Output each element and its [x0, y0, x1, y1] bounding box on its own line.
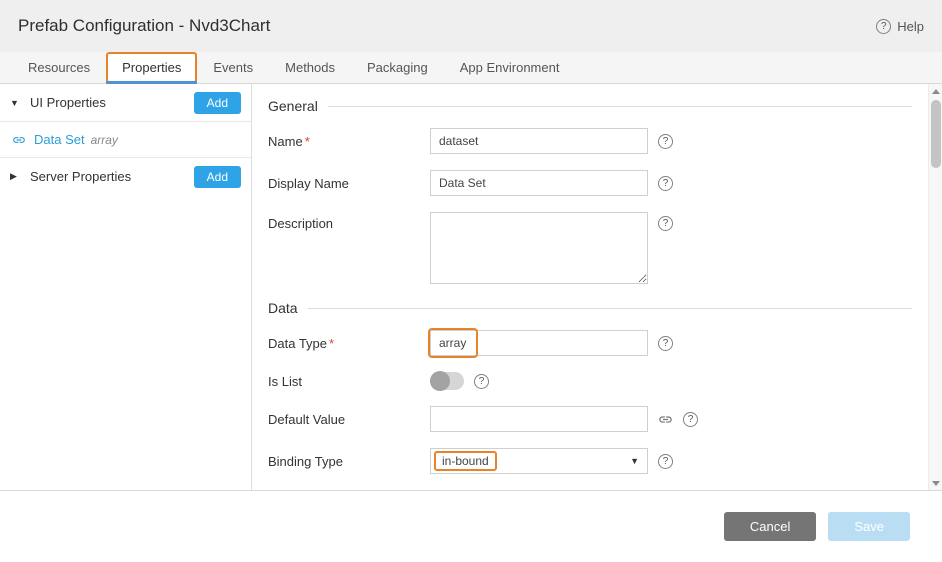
help-icon[interactable]: ? — [658, 454, 673, 469]
field-label: Description — [268, 212, 430, 231]
bind-link-icon — [12, 133, 26, 147]
field-label: Binding Type — [268, 454, 430, 469]
group-label: Server Properties — [30, 169, 194, 184]
item-label: Data Set — [34, 132, 85, 147]
prefab-configuration-window: Prefab Configuration - Nvd3Chart ? Help … — [0, 0, 942, 562]
field-display-name: Display Name ? — [268, 170, 912, 196]
label-text: Data Type — [268, 336, 327, 351]
label-text: Is List — [268, 374, 302, 389]
field-label: Name* — [268, 134, 430, 149]
tab-properties[interactable]: Properties — [106, 52, 197, 83]
save-button[interactable]: Save — [828, 512, 910, 541]
caret-down-icon: ▼ — [10, 98, 22, 108]
add-ui-property-button[interactable]: Add — [194, 92, 241, 114]
label-text: Binding Type — [268, 454, 343, 469]
name-input[interactable] — [430, 128, 648, 154]
add-server-property-button[interactable]: Add — [194, 166, 241, 188]
help-icon[interactable]: ? — [683, 412, 698, 427]
section-title: Data — [268, 300, 298, 316]
sidebar-item-data-set[interactable]: Data Set array — [0, 121, 251, 158]
field-label: Is List — [268, 374, 430, 389]
scrollbar-thumb[interactable] — [931, 100, 941, 168]
field-label: Default Value — [268, 412, 430, 427]
divider — [328, 106, 912, 107]
help-icon[interactable]: ? — [658, 336, 673, 351]
field-description: Description ? — [268, 212, 912, 284]
label-text: Name — [268, 134, 303, 149]
label-text: Description — [268, 216, 333, 231]
label-text: Display Name — [268, 176, 349, 191]
is-list-toggle[interactable] — [430, 372, 464, 390]
help-icon[interactable]: ? — [658, 176, 673, 191]
binding-type-value: in-bound — [434, 451, 497, 471]
field-default-value: Default Value ? — [268, 406, 912, 432]
properties-form: General Name* ? Display Name ? — [252, 84, 942, 490]
group-label: UI Properties — [30, 95, 194, 110]
tab-app-environment[interactable]: App Environment — [444, 52, 576, 83]
help-icon[interactable]: ? — [658, 216, 673, 231]
divider — [308, 308, 912, 309]
help-icon[interactable]: ? — [658, 134, 673, 149]
field-label: Display Name — [268, 176, 430, 191]
triangle-up-icon — [932, 89, 940, 94]
toggle-knob — [430, 371, 450, 391]
cancel-button[interactable]: Cancel — [724, 512, 816, 541]
data-type-input[interactable] — [430, 330, 648, 356]
help-icon: ? — [876, 19, 891, 34]
scroll-up-button[interactable] — [929, 84, 942, 98]
triangle-down-icon — [932, 481, 940, 486]
tab-bar: Resources Properties Events Methods Pack… — [0, 52, 942, 84]
display-name-input[interactable] — [430, 170, 648, 196]
sidebar: ▼ UI Properties Add Data Set array ▶ Ser… — [0, 84, 252, 490]
tab-resources[interactable]: Resources — [12, 52, 106, 83]
sidebar-group-ui-properties[interactable]: ▼ UI Properties Add — [0, 84, 251, 121]
dialog-footer: Cancel Save — [0, 491, 942, 561]
section-title: General — [268, 98, 318, 114]
field-name: Name* ? — [268, 128, 912, 154]
dropdown-caret-icon: ▼ — [630, 456, 639, 466]
tab-packaging[interactable]: Packaging — [351, 52, 444, 83]
content-area: ▼ UI Properties Add Data Set array ▶ Ser… — [0, 84, 942, 491]
tab-events[interactable]: Events — [197, 52, 269, 83]
help-label: Help — [897, 19, 924, 34]
item-type: array — [91, 133, 118, 147]
description-textarea[interactable] — [430, 212, 648, 284]
binding-type-select[interactable]: in-bound ▼ — [430, 448, 648, 474]
required-asterisk: * — [305, 134, 310, 149]
required-asterisk: * — [329, 336, 334, 351]
dialog-header: Prefab Configuration - Nvd3Chart ? Help — [0, 0, 942, 52]
help-icon[interactable]: ? — [474, 374, 489, 389]
sidebar-group-server-properties[interactable]: ▶ Server Properties Add — [0, 158, 251, 195]
label-text: Default Value — [268, 412, 345, 427]
page-title: Prefab Configuration - Nvd3Chart — [18, 16, 270, 36]
tab-methods[interactable]: Methods — [269, 52, 351, 83]
default-value-input[interactable] — [430, 406, 648, 432]
section-general: General — [268, 98, 912, 114]
help-button[interactable]: ? Help — [876, 19, 924, 34]
caret-right-icon: ▶ — [10, 171, 22, 182]
field-data-type: Data Type* ? — [268, 330, 912, 356]
field-binding-type: Binding Type in-bound ▼ ? — [268, 448, 912, 474]
bind-property-icon[interactable] — [658, 412, 673, 427]
field-label: Data Type* — [268, 336, 430, 351]
scroll-down-button[interactable] — [929, 476, 942, 490]
section-data: Data — [268, 300, 912, 316]
vertical-scrollbar[interactable] — [928, 84, 942, 490]
field-is-list: Is List ? — [268, 372, 912, 390]
